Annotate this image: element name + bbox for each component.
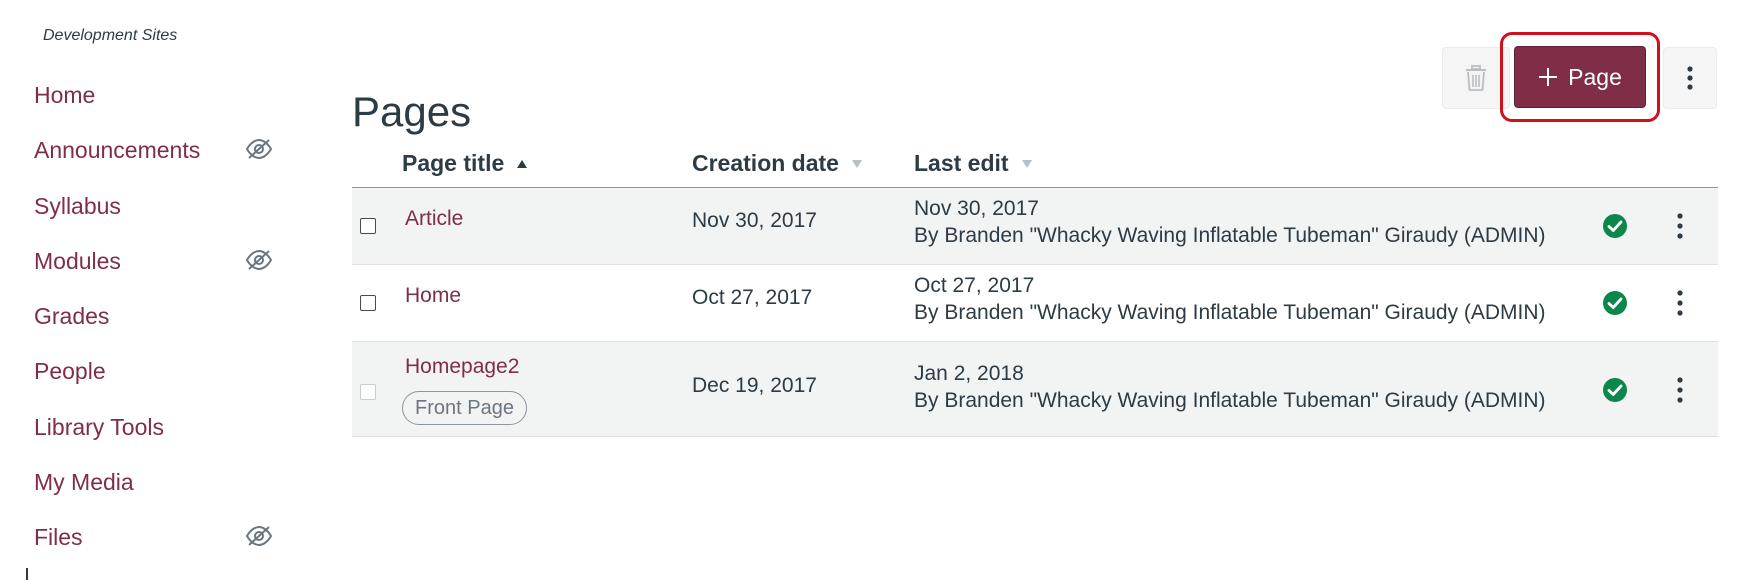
nav-item-label: Modules (34, 247, 121, 274)
nav-item-library-tools[interactable]: Library Tools (34, 408, 284, 463)
check-circle-icon[interactable] (1601, 376, 1629, 404)
nav-item-label: Home (34, 82, 96, 108)
pages-table: Page title Creation date Last edit Artic… (352, 145, 1718, 437)
nav-item-label: Syllabus (34, 192, 121, 219)
check-circle-icon[interactable] (1601, 212, 1629, 240)
course-label: Development Sites (43, 27, 178, 44)
nav-item-grades[interactable]: Grades (34, 297, 284, 352)
column-header-title: Page title (402, 150, 505, 176)
nav-item-label: Files (34, 524, 83, 551)
last-edit: Oct 27, 2017 By Branden "Whacky Waving I… (914, 272, 1546, 326)
last-edit-date: Nov 30, 2017 (914, 197, 1039, 220)
creation-date: Oct 27, 2017 (692, 286, 813, 309)
sort-by-creation-date[interactable]: Creation date (692, 150, 863, 177)
row-checkbox[interactable] (360, 218, 376, 234)
eye-slash-icon (245, 249, 273, 270)
last-edit: Jan 2, 2018 By Branden "Whacky Waving In… (914, 360, 1546, 414)
nav-item-home[interactable]: Home (34, 76, 284, 131)
sort-descending-icon (851, 159, 862, 168)
text-cursor (26, 568, 28, 580)
last-edit-date: Oct 27, 2017 (914, 274, 1035, 297)
nav-item-label: Announcements (34, 137, 201, 164)
nav-item-label: People (34, 358, 106, 385)
kebab-icon (1687, 66, 1693, 90)
course-navigation: Home Announcements Syllabus Modules Grad… (34, 76, 284, 574)
eye-slash-icon (245, 526, 273, 547)
table-row: Article Nov 30, 2017 Nov 30, 2017 By Bra… (352, 188, 1718, 265)
sort-ascending-icon (517, 159, 528, 168)
page-title-link[interactable]: Home (405, 284, 461, 308)
row-checkbox[interactable] (360, 295, 376, 311)
plus-icon (1539, 68, 1558, 86)
column-header-edited: Last edit (914, 150, 1009, 176)
trash-icon (1466, 65, 1486, 91)
nav-item-my-media[interactable]: My Media (34, 463, 284, 518)
page-options-button[interactable] (1663, 47, 1717, 109)
kebab-icon[interactable] (1670, 289, 1690, 317)
table-header: Page title Creation date Last edit (352, 145, 1718, 188)
sort-by-title[interactable]: Page title (402, 150, 528, 177)
nav-item-label: Library Tools (34, 413, 164, 440)
column-header-created: Creation date (692, 150, 839, 176)
kebab-icon[interactable] (1670, 212, 1690, 240)
kebab-icon[interactable] (1670, 376, 1690, 404)
row-checkbox (360, 384, 376, 400)
last-edit-author: By Branden "Whacky Waving Inflatable Tub… (914, 389, 1546, 412)
check-circle-icon[interactable] (1601, 289, 1629, 317)
sort-descending-icon (1021, 159, 1032, 168)
nav-item-label: Grades (34, 303, 110, 330)
last-edit-date: Jan 2, 2018 (914, 362, 1024, 385)
add-page-button[interactable]: Page (1514, 46, 1646, 108)
nav-item-syllabus[interactable]: Syllabus (34, 187, 284, 242)
nav-item-modules[interactable]: Modules (34, 242, 284, 297)
front-page-badge: Front Page (402, 391, 527, 425)
nav-item-announcements[interactable]: Announcements (34, 131, 284, 186)
last-edit: Nov 30, 2017 By Branden "Whacky Waving I… (914, 195, 1546, 249)
sort-by-last-edit[interactable]: Last edit (914, 150, 1033, 177)
nav-item-files[interactable]: Files (34, 518, 284, 573)
nav-item-label: My Media (34, 469, 134, 496)
nav-item-people[interactable]: People (34, 352, 284, 407)
eye-slash-icon (245, 139, 273, 160)
add-page-label: Page (1568, 63, 1622, 90)
page-title: Pages (352, 88, 472, 136)
page-title-link[interactable]: Article (405, 207, 463, 231)
creation-date: Nov 30, 2017 (692, 209, 817, 232)
page-title-link[interactable]: Homepage2 (405, 355, 519, 379)
last-edit-author: By Branden "Whacky Waving Inflatable Tub… (914, 224, 1546, 247)
last-edit-author: By Branden "Whacky Waving Inflatable Tub… (914, 301, 1546, 324)
table-row: Homepage2 Front Page Dec 19, 2017 Jan 2,… (352, 342, 1718, 437)
creation-date: Dec 19, 2017 (692, 374, 817, 397)
table-row: Home Oct 27, 2017 Oct 27, 2017 By Brande… (352, 265, 1718, 342)
